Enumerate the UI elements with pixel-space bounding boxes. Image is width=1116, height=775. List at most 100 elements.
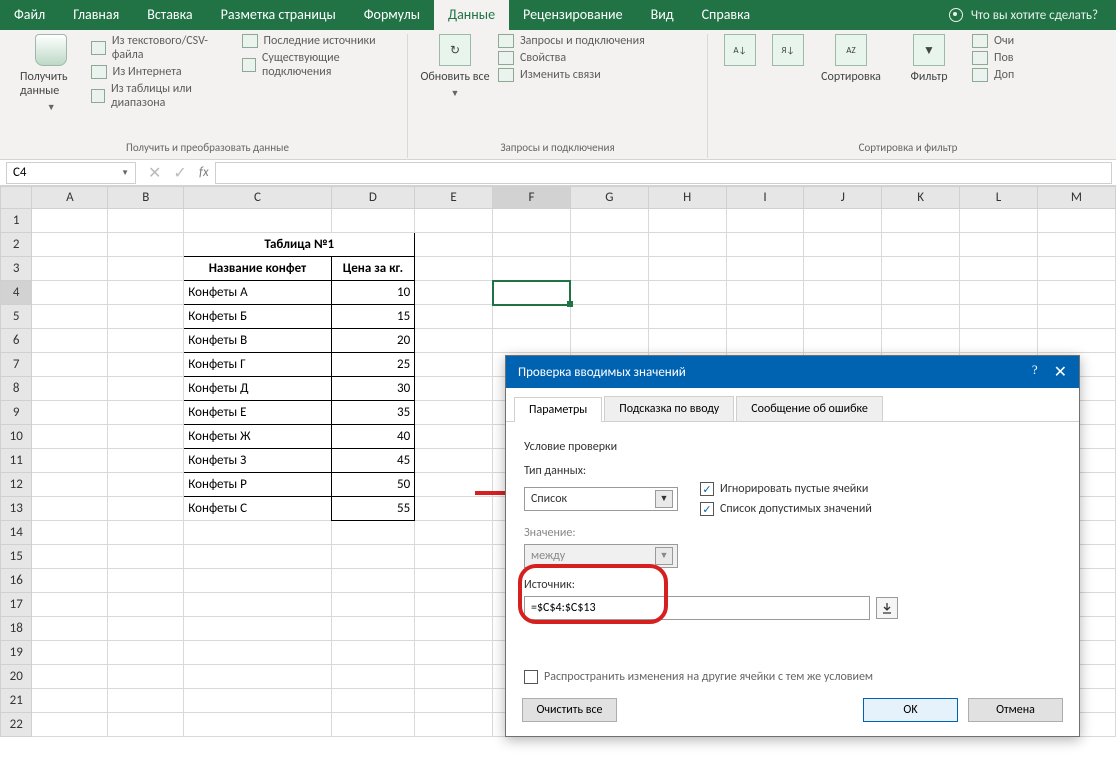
cell-C18[interactable] [184, 617, 331, 641]
cell-J5[interactable] [804, 305, 882, 329]
cell-L2[interactable] [960, 233, 1038, 257]
cell-C10[interactable]: Конфеты Ж [184, 425, 331, 449]
help-icon[interactable]: ? [1032, 362, 1038, 382]
cell-M1[interactable] [1037, 209, 1115, 233]
cell-B5[interactable] [108, 305, 184, 329]
cell-J1[interactable] [804, 209, 882, 233]
cell-C14[interactable] [184, 521, 331, 545]
row-header-17[interactable]: 17 [1, 593, 32, 617]
cell-B19[interactable] [108, 641, 184, 665]
cell-J6[interactable] [804, 329, 882, 353]
cell-C7[interactable]: Конфеты Г [184, 353, 331, 377]
tab-file[interactable]: Файл [0, 0, 59, 30]
cell-E11[interactable] [415, 449, 493, 473]
col-header-L[interactable]: L [960, 187, 1038, 209]
cancel-button[interactable]: Отмена [968, 698, 1063, 722]
row-header-18[interactable]: 18 [1, 617, 32, 641]
cell-M2[interactable] [1037, 233, 1115, 257]
cell-I5[interactable] [726, 305, 804, 329]
col-header-H[interactable]: H [648, 187, 726, 209]
cell-D17[interactable] [331, 593, 415, 617]
sort-asc-button[interactable]: A↓ [720, 34, 760, 66]
cell-F1[interactable] [493, 209, 571, 233]
cell-E15[interactable] [415, 545, 493, 569]
cell-G4[interactable] [570, 281, 648, 305]
cell-M6[interactable] [1037, 329, 1115, 353]
ok-button[interactable]: OK [863, 698, 958, 722]
cell-E21[interactable] [415, 689, 493, 713]
tab-home[interactable]: Главная [59, 0, 133, 30]
cell-C2[interactable]: Таблица №1 [184, 233, 415, 257]
cell-B22[interactable] [108, 713, 184, 737]
cell-D22[interactable] [331, 713, 415, 737]
cell-D5[interactable]: 15 [331, 305, 415, 329]
row-header-19[interactable]: 19 [1, 641, 32, 665]
cell-C1[interactable] [184, 209, 331, 233]
properties[interactable]: Свойства [498, 51, 645, 65]
cell-G1[interactable] [570, 209, 648, 233]
cell-M5[interactable] [1037, 305, 1115, 329]
cell-A10[interactable] [32, 425, 108, 449]
tab-error-alert[interactable]: Сообщение об ошибке [736, 396, 883, 421]
cell-C21[interactable] [184, 689, 331, 713]
range-selector-button[interactable] [876, 597, 898, 619]
col-header-B[interactable]: B [108, 187, 184, 209]
tab-layout[interactable]: Разметка страницы [207, 0, 350, 30]
cell-A20[interactable] [32, 665, 108, 689]
row-header-7[interactable]: 7 [1, 353, 32, 377]
row-header-6[interactable]: 6 [1, 329, 32, 353]
cell-A18[interactable] [32, 617, 108, 641]
cell-A5[interactable] [32, 305, 108, 329]
cell-A15[interactable] [32, 545, 108, 569]
cell-D11[interactable]: 45 [331, 449, 415, 473]
cell-D18[interactable] [331, 617, 415, 641]
col-header-I[interactable]: I [726, 187, 804, 209]
cell-D16[interactable] [331, 569, 415, 593]
cell-C3[interactable]: Название конфет [184, 257, 331, 281]
tab-data[interactable]: Данные [434, 0, 509, 30]
advanced-filter[interactable]: Доп [972, 68, 1014, 82]
cell-A2[interactable] [32, 233, 108, 257]
enter-formula-icon[interactable]: ✓ [167, 163, 192, 183]
cell-I2[interactable] [726, 233, 804, 257]
cell-E3[interactable] [415, 257, 493, 281]
col-header-D[interactable]: D [331, 187, 415, 209]
cell-E10[interactable] [415, 425, 493, 449]
fx-icon[interactable]: fx [193, 165, 215, 180]
cell-I6[interactable] [726, 329, 804, 353]
apply-changes-checkbox[interactable]: ✓ Распространить изменения на другие яче… [524, 670, 1061, 684]
cell-B3[interactable] [108, 257, 184, 281]
cell-D4[interactable]: 10 [331, 281, 415, 305]
cell-H2[interactable] [648, 233, 726, 257]
cell-J4[interactable] [804, 281, 882, 305]
cell-I1[interactable] [726, 209, 804, 233]
tab-insert[interactable]: Вставка [133, 0, 206, 30]
cell-E9[interactable] [415, 401, 493, 425]
cell-D3[interactable]: Цена за кг. [331, 257, 415, 281]
row-header-13[interactable]: 13 [1, 497, 32, 521]
cell-F2[interactable] [493, 233, 571, 257]
cell-B4[interactable] [108, 281, 184, 305]
cell-A13[interactable] [32, 497, 108, 521]
cell-C16[interactable] [184, 569, 331, 593]
cell-E16[interactable] [415, 569, 493, 593]
cell-K3[interactable] [882, 257, 960, 281]
cell-G3[interactable] [570, 257, 648, 281]
in-cell-dropdown-checkbox[interactable]: ✓ Список допустимых значений [700, 502, 872, 516]
cell-E22[interactable] [415, 713, 493, 737]
tab-view[interactable]: Вид [637, 0, 688, 30]
cell-E6[interactable] [415, 329, 493, 353]
cell-A12[interactable] [32, 473, 108, 497]
cell-B7[interactable] [108, 353, 184, 377]
cell-A1[interactable] [32, 209, 108, 233]
cell-A21[interactable] [32, 689, 108, 713]
cell-E19[interactable] [415, 641, 493, 665]
recent-sources[interactable]: Последние источники [242, 34, 395, 48]
cell-B11[interactable] [108, 449, 184, 473]
cell-B13[interactable] [108, 497, 184, 521]
row-header-8[interactable]: 8 [1, 377, 32, 401]
cell-B15[interactable] [108, 545, 184, 569]
cell-E8[interactable] [415, 377, 493, 401]
cell-F5[interactable] [493, 305, 571, 329]
cell-E2[interactable] [415, 233, 493, 257]
